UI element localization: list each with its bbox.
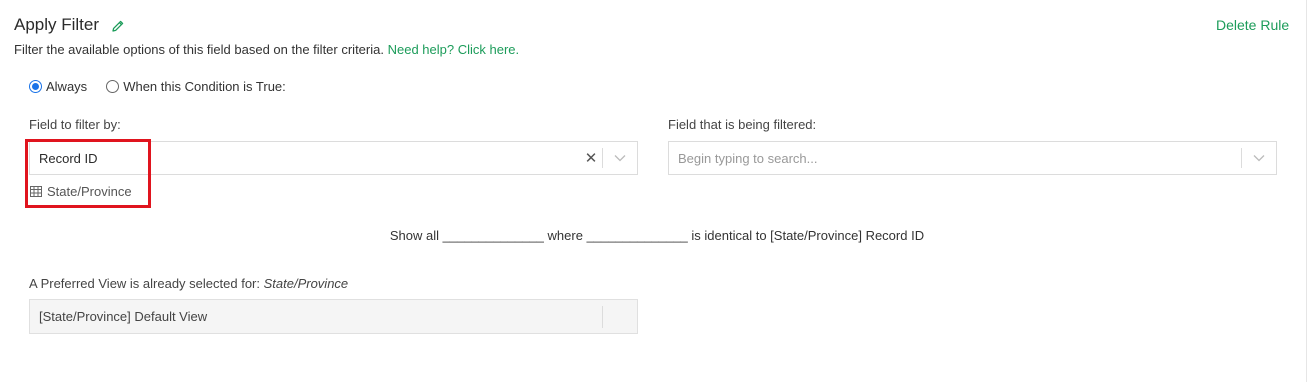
summary-blank-2: ______________ (586, 228, 688, 243)
radio-when-condition-button[interactable] (106, 80, 120, 93)
summary-where: where (547, 228, 583, 243)
summary-rest: is identical to [State/Province] Record … (691, 228, 925, 243)
radio-when-condition-label: When this Condition is True: (123, 79, 286, 94)
pencil-icon[interactable] (111, 18, 125, 32)
table-icon (30, 186, 42, 197)
summary-show-all: Show all (389, 228, 440, 243)
delete-rule-link[interactable]: Delete Rule (1216, 17, 1289, 33)
field-being-filtered-placeholder: Begin typing to search... (678, 150, 818, 166)
preferred-view-value: [State/Province] Default View (39, 309, 208, 324)
chevron-down-icon[interactable] (603, 154, 637, 162)
page-title: Apply Filter (14, 15, 100, 34)
radio-always-button[interactable] (29, 80, 42, 93)
source-table-name: State/Province (47, 184, 132, 199)
condition-radio-group: Always When this Condition is True: (29, 79, 305, 94)
description-text: Filter the available options of this fie… (14, 42, 388, 57)
radio-always-label: Always (46, 79, 88, 94)
radio-when-condition[interactable]: When this Condition is True: (106, 79, 286, 94)
panel-right-border (1306, 0, 1307, 382)
preferred-view-label-prefix: A Preferred View is already selected for… (29, 276, 264, 291)
preferred-view-table: State/Province (263, 276, 349, 291)
field-to-filter-by-label: Field to filter by: (29, 117, 121, 132)
source-table: State/Province (30, 184, 132, 199)
field-to-filter-by-select[interactable]: Record ID ✕ (29, 141, 638, 175)
filter-description: Filter the available options of this fie… (14, 42, 519, 57)
field-being-filtered-label: Field that is being filtered: (668, 117, 817, 132)
radio-always[interactable]: Always (29, 79, 87, 94)
filter-summary: Show all ______________ where __________… (0, 228, 1314, 243)
panel-header: Apply Filter (14, 15, 125, 35)
preferred-view-label: A Preferred View is already selected for… (29, 276, 348, 291)
field-being-filtered-select[interactable]: Begin typing to search... (668, 141, 1277, 175)
summary-blank-1: ______________ (442, 228, 544, 243)
select-divider (602, 305, 603, 328)
clear-icon[interactable]: ✕ (580, 149, 602, 167)
field-to-filter-by-value: Record ID (39, 150, 98, 166)
preferred-view-select[interactable]: [State/Province] Default View (29, 299, 638, 334)
chevron-down-icon[interactable] (1242, 154, 1276, 162)
help-link[interactable]: Need help? Click here. (388, 42, 520, 57)
